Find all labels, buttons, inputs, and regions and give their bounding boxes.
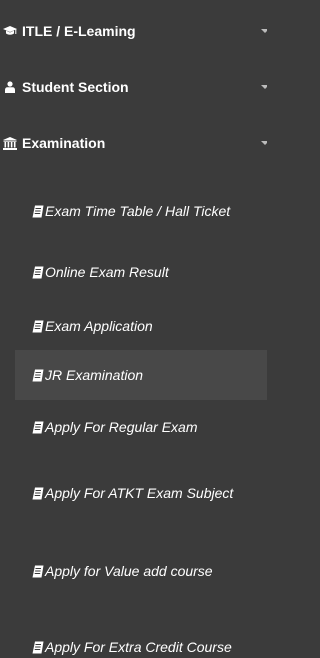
submenu-item-exam-time-table[interactable]: Exam Time Table / Hall Ticket (15, 172, 267, 250)
menu-item-examination[interactable]: Examination (0, 114, 267, 172)
submenu-item-label: Exam Time Table / Hall Ticket (45, 203, 231, 219)
menu-item-label: Examination (22, 135, 106, 151)
submenu-item-apply-value-add[interactable]: Apply for Value add course (15, 538, 267, 604)
submenu-item-apply-extra-credit[interactable]: Apply For Extra Credit Course (15, 616, 267, 658)
menu-item-student-section[interactable]: Student Section (0, 58, 267, 116)
submenu-item-exam-application[interactable]: Exam Application (15, 304, 267, 348)
document-icon (32, 266, 44, 279)
submenu-item-apply-regular-exam[interactable]: Apply For Regular Exam (15, 402, 267, 452)
graduation-cap-icon (3, 24, 17, 38)
caret-down-icon (261, 141, 267, 145)
sidebar-menu: ITLE / E-Leaming Student Section Examina… (0, 0, 267, 658)
document-icon (32, 320, 44, 333)
document-icon (32, 641, 44, 654)
document-icon (32, 421, 44, 434)
submenu-item-label: JR Examination (45, 367, 144, 383)
document-icon (32, 369, 44, 382)
menu-item-label: Student Section (22, 79, 129, 95)
submenu-item-label: Apply For Regular Exam (45, 419, 198, 435)
menu-item-label: ITLE / E-Leaming (22, 23, 136, 39)
user-icon (3, 80, 17, 94)
bank-icon (3, 136, 17, 150)
submenu-item-online-exam-result[interactable]: Online Exam Result (15, 250, 267, 294)
submenu-item-label: Online Exam Result (45, 264, 169, 280)
document-icon (32, 205, 44, 218)
document-icon (32, 565, 44, 578)
submenu-item-apply-atkt-exam[interactable]: Apply For ATKT Exam Subject (15, 460, 267, 526)
submenu-item-jr-examination[interactable]: JR Examination (15, 350, 267, 400)
submenu-item-label: Exam Application (45, 318, 153, 334)
submenu-item-label: Apply For Extra Credit Course (45, 639, 232, 655)
document-icon (32, 487, 44, 500)
submenu-item-label: Apply For ATKT Exam Subject (45, 485, 234, 501)
submenu-item-label: Apply for Value add course (45, 563, 213, 579)
menu-item-itle-elearning[interactable]: ITLE / E-Leaming (0, 2, 267, 60)
caret-down-icon (261, 29, 267, 33)
caret-down-icon (261, 85, 267, 89)
